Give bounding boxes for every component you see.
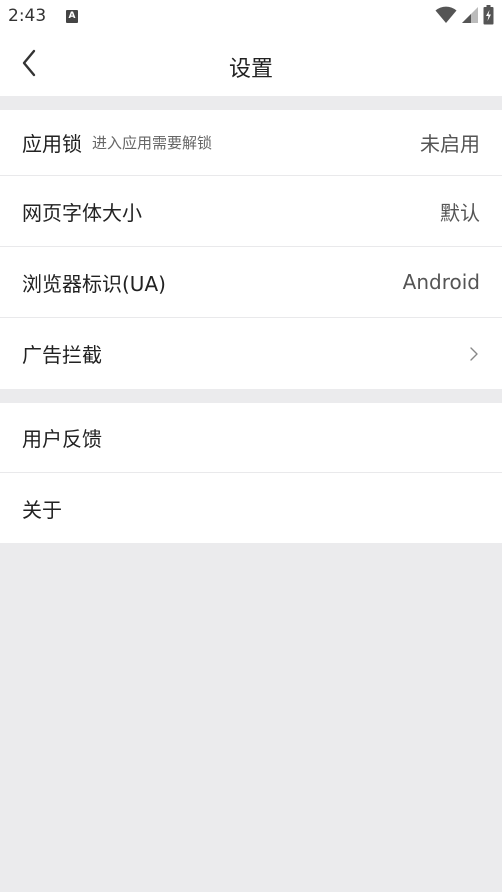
cell-signal-icon [461, 6, 479, 28]
ad-block-label: 广告拦截 [22, 343, 102, 367]
wifi-icon [435, 6, 457, 28]
ad-block-row[interactable]: 广告拦截 [0, 318, 502, 389]
settings-group-support: 用户反馈 关于 [0, 403, 502, 543]
user-agent-row[interactable]: 浏览器标识(UA) Android [0, 247, 502, 318]
font-size-row[interactable]: 网页字体大小 默认 [0, 176, 502, 247]
app-lock-label: 应用锁 [22, 132, 82, 156]
settings-group-general: 应用锁 进入应用需要解锁 未启用 网页字体大小 默认 浏览器标识(UA) And… [0, 110, 502, 389]
app-lock-description: 进入应用需要解锁 [92, 134, 213, 152]
feedback-label: 用户反馈 [22, 427, 102, 451]
app-header: 设置 [0, 34, 502, 96]
user-agent-label: 浏览器标识(UA) [22, 271, 166, 296]
battery-charging-icon [483, 5, 494, 29]
about-row[interactable]: 关于 [0, 473, 502, 543]
status-time: 2:43 [8, 6, 47, 26]
page-title: 设置 [228, 57, 273, 82]
status-bar: 2:43 A [0, 0, 502, 34]
feedback-row[interactable]: 用户反馈 [0, 403, 502, 473]
chevron-right-icon [468, 346, 480, 362]
app-lock-row[interactable]: 应用锁 进入应用需要解锁 未启用 [0, 110, 502, 176]
font-size-label: 网页字体大小 [22, 200, 142, 225]
back-button[interactable] [12, 48, 46, 82]
font-size-value: 默认 [440, 200, 480, 225]
user-agent-value: Android [402, 270, 480, 294]
status-icons [435, 5, 494, 29]
about-label: 关于 [22, 497, 62, 522]
app-lock-status: 未启用 [420, 132, 480, 156]
back-arrow-icon [21, 49, 37, 81]
accessibility-notification-icon: A [66, 10, 78, 23]
